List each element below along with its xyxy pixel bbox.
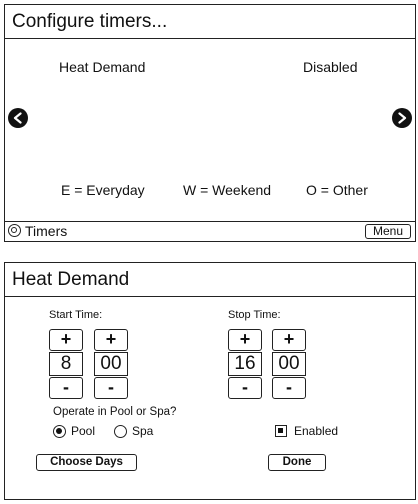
- timer-name: Heat Demand: [59, 59, 146, 75]
- stop-hour-decrement-button[interactable]: -: [228, 377, 262, 399]
- pool-label: Pool: [71, 424, 96, 438]
- start-time-label: Start Time:: [49, 309, 103, 321]
- heat-demand-screen: Heat Demand Start Time: Stop Time: + 8 -…: [4, 262, 416, 500]
- configure-timers-screen: Configure timers... Heat Demand Disabled…: [4, 4, 416, 242]
- page-title: Configure timers...: [5, 5, 415, 39]
- legend-weekend: W = Weekend: [183, 182, 272, 198]
- status-label: Timers: [25, 223, 68, 239]
- previous-arrow-icon[interactable]: [8, 108, 28, 128]
- enabled-checkbox[interactable]: [275, 425, 287, 437]
- stop-time-label: Stop Time:: [228, 309, 281, 321]
- stop-hour-increment-button[interactable]: +: [228, 329, 262, 351]
- start-hour-decrement-button[interactable]: -: [49, 377, 83, 399]
- stop-hour-value: 16: [228, 352, 262, 376]
- status-bar: Timers Menu: [5, 221, 415, 241]
- done-button[interactable]: Done: [268, 454, 326, 471]
- stop-minute-increment-button[interactable]: +: [272, 329, 306, 351]
- spa-label: Spa: [132, 424, 154, 438]
- stop-minute-value: 00: [272, 352, 306, 376]
- start-minute-value: 00: [94, 352, 128, 376]
- timer-state: Disabled: [303, 59, 358, 75]
- page-title: Heat Demand: [5, 263, 415, 297]
- pool-radio[interactable]: [53, 425, 66, 438]
- legend-other: O = Other: [306, 182, 368, 198]
- choose-days-button[interactable]: Choose Days: [36, 454, 137, 471]
- menu-button[interactable]: Menu: [365, 224, 411, 239]
- stop-minute-decrement-button[interactable]: -: [272, 377, 306, 399]
- enabled-label: Enabled: [294, 424, 339, 438]
- start-hour-increment-button[interactable]: +: [49, 329, 83, 351]
- timer-status-icon: [8, 224, 21, 237]
- start-minute-increment-button[interactable]: +: [94, 329, 128, 351]
- mode-question: Operate in Pool or Spa?: [53, 406, 177, 418]
- next-arrow-icon[interactable]: [392, 108, 412, 128]
- legend-everyday: E = Everyday: [61, 182, 145, 198]
- start-minute-decrement-button[interactable]: -: [94, 377, 128, 399]
- start-hour-value: 8: [49, 352, 83, 376]
- spa-radio[interactable]: [114, 425, 127, 438]
